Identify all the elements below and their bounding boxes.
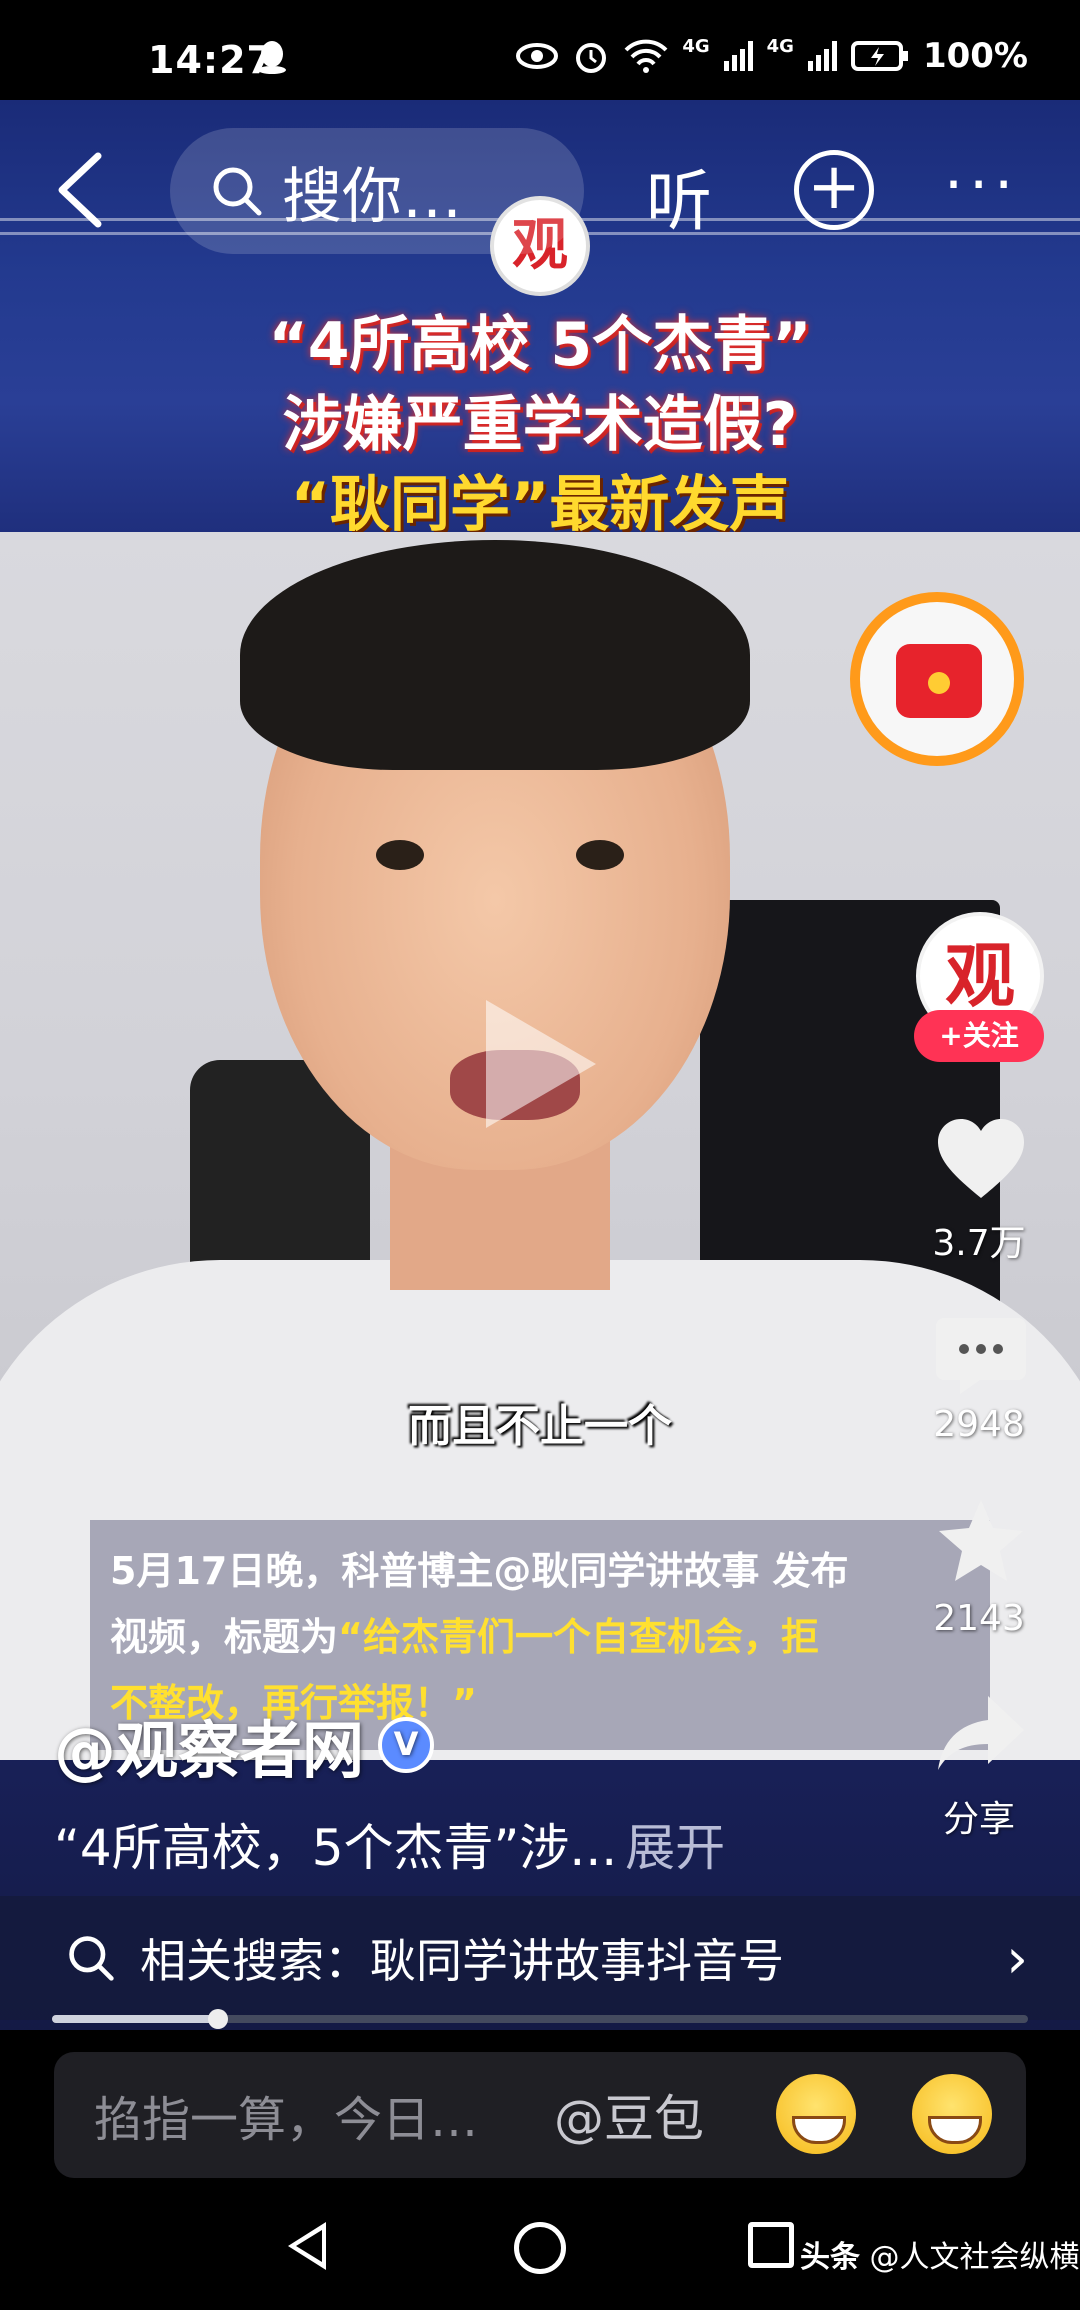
related-search-bar[interactable]: 相关搜索：耿同学讲故事抖音号 ›	[0, 1896, 1080, 2020]
eye-icon	[516, 43, 559, 69]
search-box[interactable]: 搜你…	[170, 128, 584, 254]
like-count: 3.7万	[932, 1223, 1026, 1264]
grin-emoji-icon[interactable]	[776, 2074, 856, 2154]
alarm-icon	[576, 43, 607, 73]
wifi-icon	[624, 39, 668, 73]
caption-plain: 视频，标题为	[110, 1615, 339, 1659]
caption-highlight: “给杰青们一个自查机会，拒	[338, 1615, 819, 1659]
caption-line-1: 5月17日晚，科普博主@耿同学讲故事 发布	[110, 1549, 849, 1593]
progress-fill	[52, 2015, 218, 2023]
comment-icon[interactable]	[934, 1312, 1028, 1398]
post-description[interactable]: “4所高校，5个杰青”涉... 展开	[54, 1808, 725, 1880]
plus-circle-icon[interactable]: +	[794, 150, 874, 230]
like-heart-icon[interactable]	[934, 1116, 1028, 1202]
search-icon	[213, 167, 262, 216]
more-dots-icon[interactable]: ···	[944, 150, 1019, 220]
input-placeholder: 掐指一算，今日…	[94, 2092, 479, 2148]
headline-line-3: “耿同学”最新发声	[290, 470, 790, 540]
expand-button[interactable]: 展开	[625, 1819, 725, 1877]
comment-count: 2948	[933, 1404, 1025, 1445]
author-name[interactable]: @观察者网 V	[54, 1700, 435, 1790]
progress-knob[interactable]	[207, 2009, 228, 2029]
listen-button[interactable]: 听	[646, 148, 712, 244]
caption-line-2: 视频，标题为“给杰青们一个自查机会，拒	[110, 1604, 970, 1670]
description-text: “4所高校，5个杰青”涉...	[54, 1819, 618, 1877]
share-arrow-icon[interactable]	[934, 1690, 1028, 1776]
person-hair	[240, 540, 750, 770]
follow-button[interactable]: +关注	[914, 1010, 1044, 1062]
favorite-star-icon[interactable]	[934, 1496, 1028, 1586]
person-eye-left	[376, 840, 424, 870]
author-handle[interactable]: @观察者网	[54, 1700, 364, 1790]
status-bar: 14:27 4G 4G 100%	[0, 0, 1080, 100]
headline-line-2: 涉嫌严重学术造假?	[282, 390, 798, 460]
mention-doubao[interactable]: @豆包	[554, 2079, 704, 2151]
person-eye-right	[576, 840, 624, 870]
red-envelope-icon[interactable]	[850, 592, 1024, 766]
nav-recent-icon[interactable]	[748, 2222, 794, 2268]
nav-home-icon[interactable]	[514, 2222, 566, 2274]
signal-icon-1	[723, 41, 753, 71]
nav-back-icon-inner	[296, 2230, 322, 2262]
network-label-2: 4G	[766, 36, 794, 57]
watermark-author: @人文社会纵横	[869, 2240, 1080, 2275]
play-icon[interactable]	[486, 1000, 596, 1128]
comment-input[interactable]: 掐指一算，今日… @豆包	[54, 2052, 1026, 2178]
status-icons: 4G 4G 100%	[516, 36, 1028, 76]
watermark: 头条 @人文社会纵横	[800, 2232, 1080, 2276]
battery-percent: 100%	[922, 36, 1028, 76]
related-search-text: 相关搜索：耿同学讲故事抖音号	[140, 1934, 784, 1988]
chevron-right-icon: ›	[1006, 1926, 1028, 1990]
signal-icon-2	[807, 41, 837, 71]
headline-line-1: “4所高校 5个杰青”	[268, 310, 812, 380]
search-icon	[69, 1936, 114, 1981]
search-text: 搜你…	[282, 161, 462, 232]
back-icon[interactable]	[52, 150, 108, 230]
watermark-brand: 头条	[800, 2240, 860, 2275]
video-progress-bar[interactable]	[52, 2009, 1028, 2029]
qq-icon	[258, 41, 286, 74]
network-label-1: 4G	[682, 36, 710, 57]
share-label[interactable]: 分享	[904, 1790, 1054, 1842]
laugh-emoji-icon[interactable]	[912, 2074, 992, 2154]
verified-badge: V	[378, 1717, 435, 1773]
favorite-count: 2143	[933, 1598, 1025, 1639]
battery-icon	[850, 41, 908, 71]
